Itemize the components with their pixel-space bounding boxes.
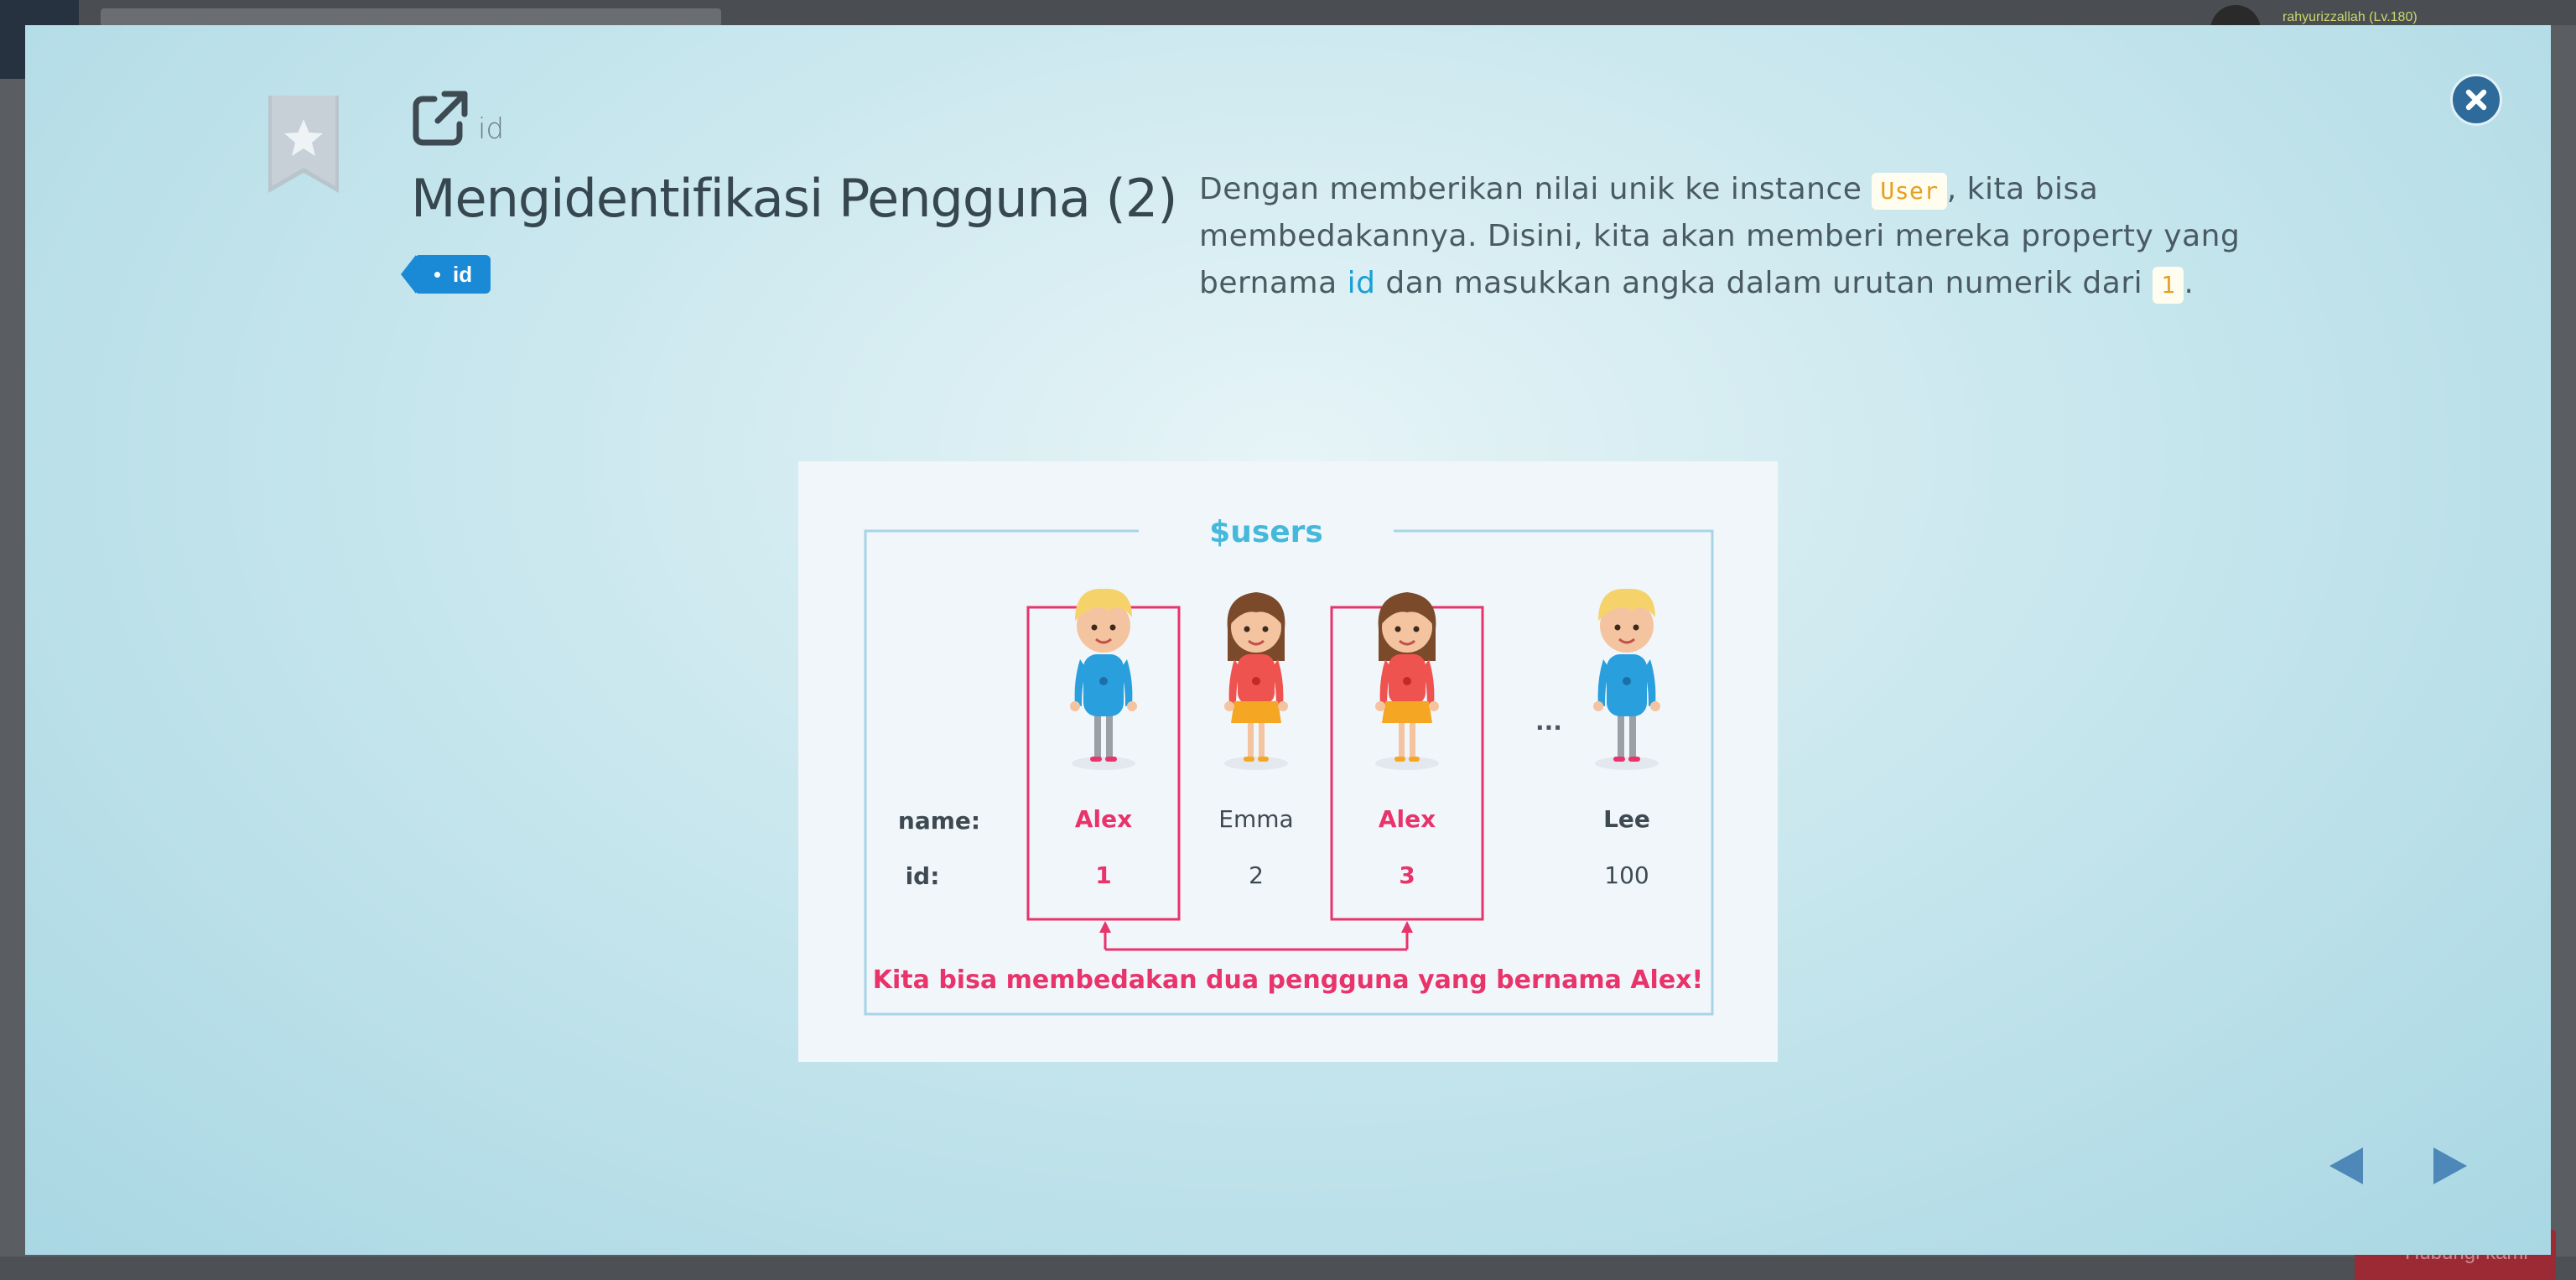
row-label-name: name: [898, 807, 980, 835]
user-id-2: 2 [1249, 861, 1264, 889]
next-arrow-icon[interactable] [2423, 1141, 2474, 1191]
desc-part1: Dengan memberikan nilai unik ke instance [1199, 172, 1872, 206]
desc-part3: dan masukkan angka dalam urutan numerik … [1375, 266, 2153, 300]
user-name-2: Emma [1218, 805, 1293, 833]
user-figure-1 [1070, 588, 1137, 770]
background-scrollbar [0, 1257, 2576, 1280]
user-figure-2 [1224, 592, 1288, 770]
users-ellipsis: ... [1535, 708, 1562, 736]
highlight-id: id [1347, 266, 1376, 300]
tag-dot-icon [434, 272, 440, 278]
close-icon[interactable] [2450, 74, 2502, 126]
connector-arrow-1 [1099, 921, 1111, 933]
group-box [864, 529, 1714, 1016]
tag-label: id [453, 262, 473, 287]
background-user-label: rahyurizzallah (Lv.180) [2283, 10, 2418, 24]
id-tag[interactable]: id [400, 255, 491, 294]
user-id-3: 3 [1399, 861, 1415, 889]
code-user: User [1872, 173, 1947, 210]
users-illustration: $users name: id: ... Alex Emma Alex Lee … [798, 461, 1778, 1062]
user-figure-3 [1375, 592, 1439, 770]
figure-caption: Kita bisa membedakan dua pengguna yang b… [873, 965, 1703, 995]
user-id-1: 1 [1095, 861, 1111, 889]
user-name-3: Alex [1379, 805, 1436, 833]
bookmark-star-icon[interactable] [268, 96, 339, 193]
code-one: 1 [2153, 267, 2184, 304]
desc-part4: . [2184, 266, 2194, 300]
user-name-4: Lee [1603, 805, 1650, 833]
user-figure-4 [1593, 588, 1660, 770]
slide-description: Dengan memberikan nilai unik ke instance… [1199, 166, 2256, 307]
external-link-label[interactable]: id [478, 112, 504, 146]
user-name-1: Alex [1075, 805, 1132, 833]
group-title: $users [1209, 515, 1323, 549]
background-search [101, 8, 721, 27]
users-diagram: $users name: id: ... Alex Emma Alex Lee … [864, 515, 1714, 1016]
connector-line [1104, 928, 1409, 951]
connector-arrow-2 [1401, 921, 1413, 933]
prev-arrow-icon[interactable] [2323, 1141, 2373, 1191]
external-link-icon[interactable] [411, 89, 470, 148]
slide-title: Mengidentifikasi Pengguna (2) [411, 168, 1177, 229]
user-id-4: 100 [1604, 861, 1649, 889]
row-label-id: id: [906, 862, 940, 890]
slide-modal: id Mengidentifikasi Pengguna (2) id Deng… [25, 25, 2551, 1255]
